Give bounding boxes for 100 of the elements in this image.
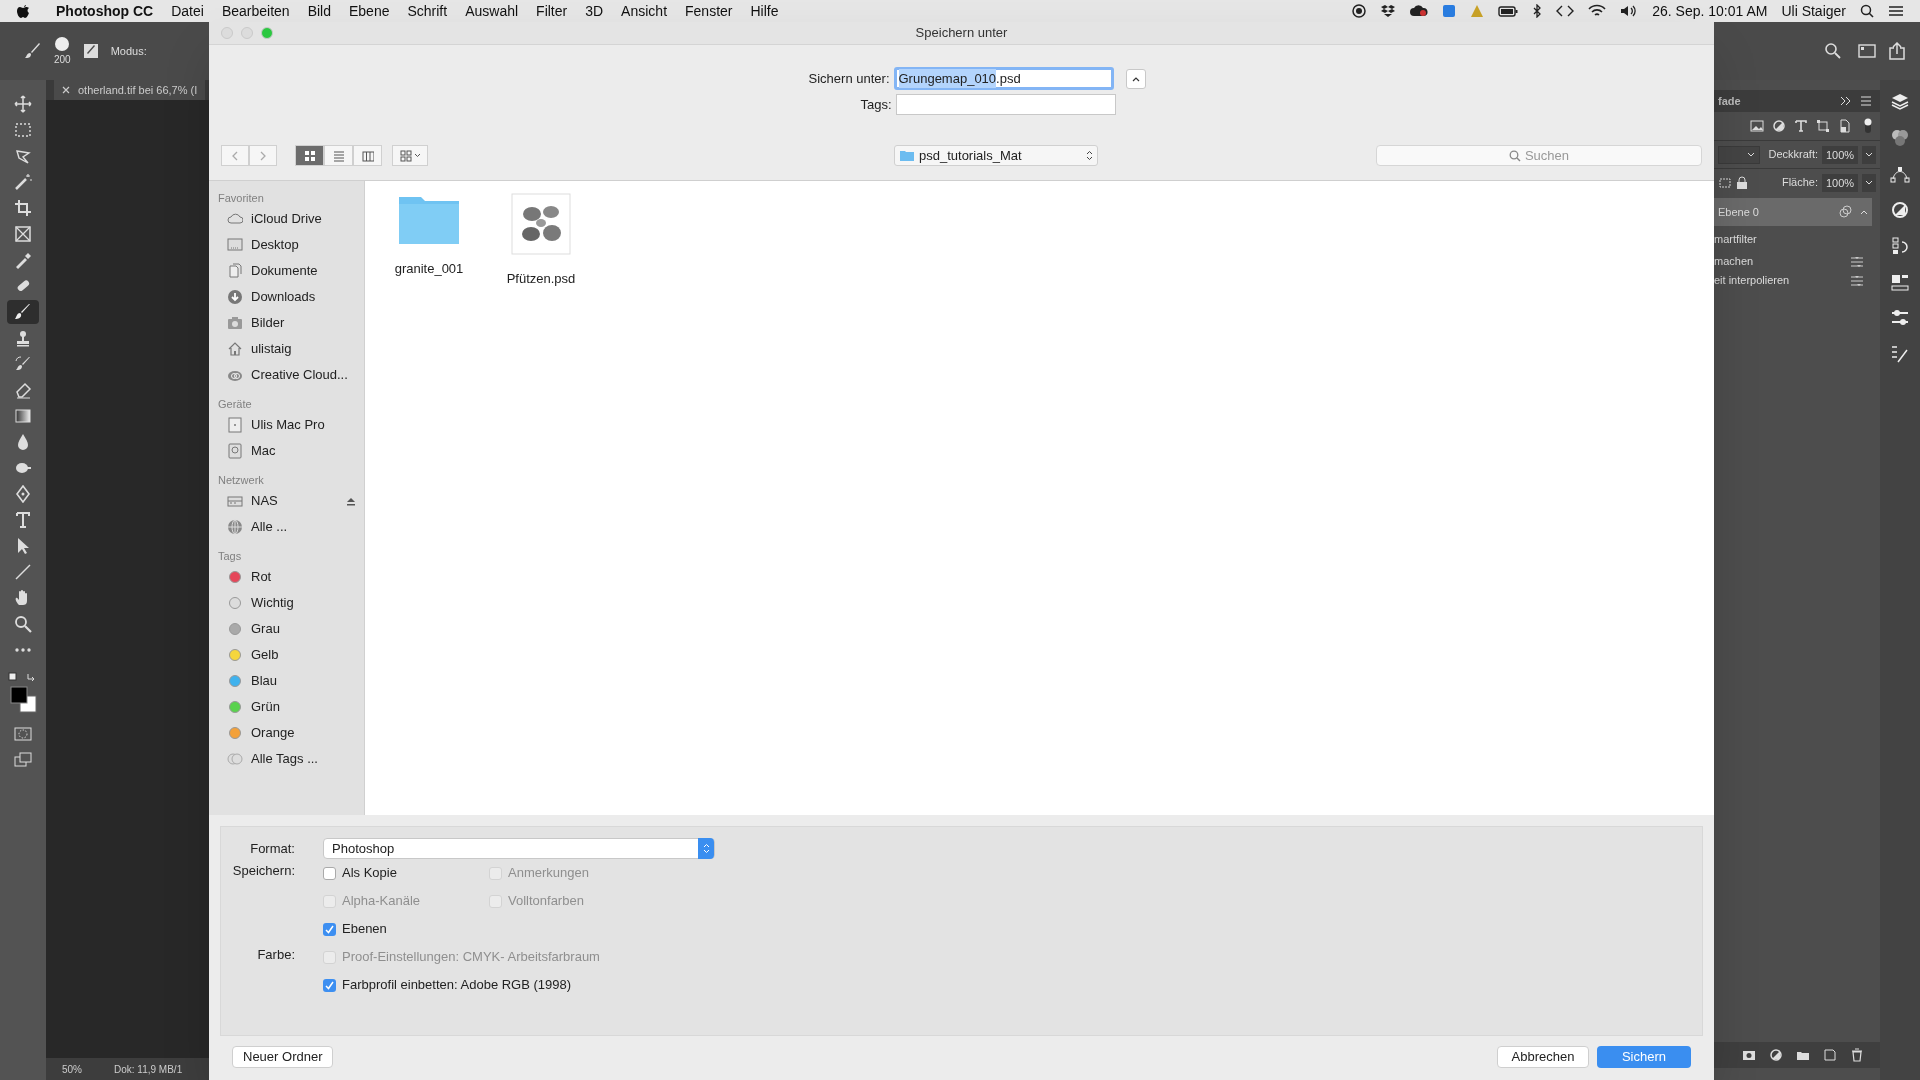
file-name-field[interactable]: Grungemap_010.psd	[893, 67, 1114, 90]
checkbox[interactable]	[323, 978, 336, 992]
adjustments-icon[interactable]	[1890, 200, 1910, 220]
new-layer-icon[interactable]	[1823, 1048, 1837, 1062]
sidebar-item[interactable]: Alle Tags ...	[218, 746, 364, 772]
sidebar-item[interactable]: Ulis Mac Pro	[218, 412, 364, 438]
sidebar-item[interactable]: Bilder	[218, 310, 364, 336]
sidebar-item[interactable]: Mac	[218, 438, 364, 464]
smart-object-icon[interactable]	[1838, 205, 1852, 219]
lock-transparency-icon[interactable]	[1718, 175, 1732, 190]
layer-row[interactable]: Ebene 0	[1714, 198, 1872, 226]
sidebar-item[interactable]: Blau	[218, 668, 364, 694]
history-icon[interactable]	[1890, 236, 1910, 256]
menu-item[interactable]: Bearbeiten	[221, 0, 290, 22]
filter-kind-icon[interactable]	[1838, 119, 1852, 133]
search-icon[interactable]	[1860, 4, 1874, 18]
filter-name[interactable]: eit interpolieren	[1714, 272, 1850, 289]
trash-icon[interactable]	[1850, 1048, 1864, 1062]
libraries-icon[interactable]	[1890, 272, 1910, 292]
dropdown-toggle[interactable]	[1862, 173, 1876, 192]
gallery-view-button[interactable]	[392, 145, 428, 166]
checkbox[interactable]	[323, 866, 336, 880]
chevron-up-icon[interactable]	[1860, 209, 1868, 215]
close-icon[interactable]	[62, 86, 70, 94]
record-icon[interactable]	[1352, 4, 1367, 18]
sidebar-item[interactable]: Alle ...	[218, 514, 364, 540]
share-icon[interactable]	[1888, 42, 1906, 60]
filter-name[interactable]: machen	[1714, 253, 1850, 270]
square-icon[interactable]	[1442, 4, 1457, 18]
sidebar-item[interactable]: Wichtig	[218, 590, 364, 616]
filter-kind-icon[interactable]	[1750, 119, 1764, 133]
checkbox[interactable]	[323, 922, 336, 936]
brush-panel-icon[interactable]	[82, 43, 99, 59]
menu-item[interactable]: Datei	[171, 0, 204, 22]
adjustment-icon[interactable]	[1769, 1048, 1783, 1062]
brush-settings-icon[interactable]	[1890, 344, 1910, 364]
bluetooth-icon[interactable]	[1532, 4, 1543, 18]
apple-logo-icon[interactable]	[16, 3, 30, 19]
code-icon[interactable]	[1556, 4, 1575, 18]
volume-icon[interactable]	[1620, 4, 1639, 18]
tags-field[interactable]	[895, 94, 1116, 115]
sidebar-item[interactable]: Downloads	[218, 284, 364, 310]
menu-item[interactable]: Filter	[536, 0, 568, 22]
filter-kind-icon[interactable]	[1772, 119, 1786, 133]
color-swatches-icon[interactable]	[8, 672, 38, 716]
menu-item[interactable]: Ebene	[349, 0, 390, 22]
app-name-menu[interactable]: Photoshop CC	[56, 0, 154, 22]
zoom-level[interactable]: 50%	[62, 1061, 82, 1077]
search-icon[interactable]	[1824, 42, 1842, 60]
brush-preset-icon[interactable]	[54, 35, 71, 52]
wifi-icon[interactable]	[1588, 4, 1607, 18]
brush-icon[interactable]	[24, 42, 42, 60]
location-dropdown[interactable]: psd_tutorials_Mat	[894, 145, 1098, 166]
blending-options-icon[interactable]	[1850, 274, 1864, 287]
file-item[interactable]: Pfützen.psd	[495, 193, 587, 289]
new-folder-button[interactable]: Neuer Ordner	[232, 1046, 334, 1068]
quick-mask-icon[interactable]	[14, 726, 32, 742]
checkbox-option[interactable]: Farbprofil einbetten: Adobe RGB (1998)	[323, 975, 572, 995]
filter-toggle-icon[interactable]	[1864, 118, 1872, 134]
checkbox-option[interactable]: Als Kopie	[323, 863, 461, 883]
menu-item[interactable]: Fenster	[685, 0, 733, 22]
list-icon[interactable]	[1888, 4, 1904, 18]
format-dropdown[interactable]: Photoshop	[323, 838, 715, 859]
panel-menu-icon[interactable]	[1860, 96, 1872, 106]
menu-clock[interactable]: 26. Sep. 10:01 AM	[1652, 0, 1768, 22]
brush-tool-button[interactable]	[7, 300, 39, 324]
menu-item[interactable]: 3D	[585, 0, 604, 22]
lock-icon[interactable]	[1736, 175, 1748, 190]
sidebar-item[interactable]: iCloud Drive	[218, 206, 364, 232]
percent-field[interactable]: 100%	[1822, 173, 1858, 192]
smart-filter-label[interactable]: martfilter	[1714, 230, 1757, 248]
properties-icon[interactable]	[1890, 308, 1910, 328]
sidebar-item[interactable]: Dokumente	[218, 258, 364, 284]
mask-icon[interactable]	[1742, 1048, 1756, 1062]
menu-item[interactable]: Schrift	[407, 0, 448, 22]
sidebar-item[interactable]: Desktop	[218, 232, 364, 258]
sidebar-item[interactable]: Orange	[218, 720, 364, 746]
battery-icon[interactable]	[1498, 4, 1519, 18]
folder-item[interactable]: granite_001	[383, 193, 475, 279]
box-icon[interactable]	[1380, 4, 1397, 18]
checkbox-option[interactable]: Ebenen	[323, 919, 387, 939]
screen-mode-icon[interactable]	[14, 752, 32, 768]
menu-item[interactable]: Ansicht	[621, 0, 668, 22]
sidebar-item[interactable]: Gelb	[218, 642, 364, 668]
sidebar-item[interactable]: Rot	[218, 564, 364, 590]
columns-view-button[interactable]	[353, 145, 382, 166]
sidebar-item[interactable]: Creative Cloud...	[218, 362, 364, 388]
sidebar-item[interactable]: Grün	[218, 694, 364, 720]
percent-field[interactable]: 100%	[1822, 145, 1858, 164]
menu-user[interactable]: Uli Staiger	[1781, 0, 1846, 22]
paths-icon[interactable]	[1890, 164, 1910, 184]
sidebar-item[interactable]: Grau	[218, 616, 364, 642]
cancel-button[interactable]: Abbrechen	[1497, 1046, 1589, 1068]
cloud-icon[interactable]	[1410, 4, 1429, 18]
blending-options-icon[interactable]	[1850, 255, 1864, 268]
eject-icon[interactable]	[346, 496, 356, 506]
filter-kind-icon[interactable]	[1794, 119, 1808, 133]
menu-item[interactable]: Hilfe	[750, 0, 779, 22]
menu-item[interactable]: Bild	[307, 0, 331, 22]
icons-view-button[interactable]	[295, 145, 324, 166]
